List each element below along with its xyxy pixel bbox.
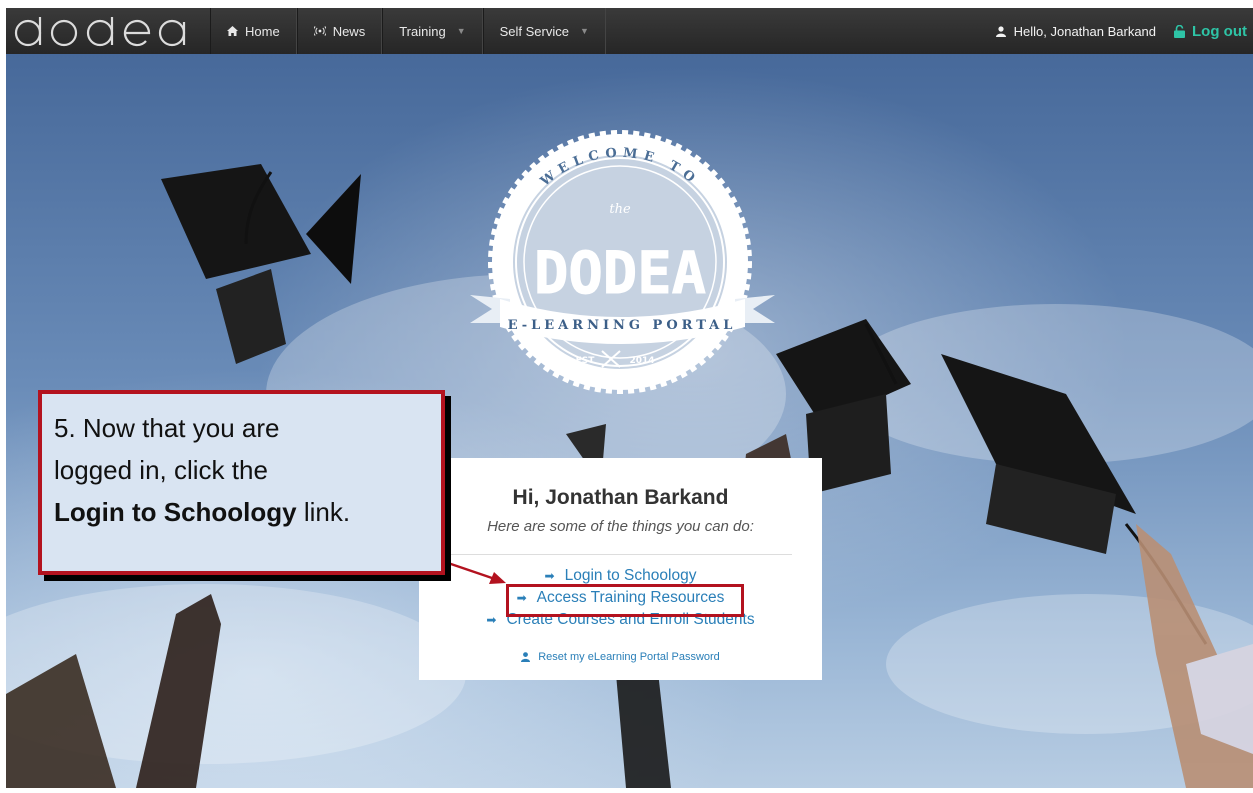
reset-label: Reset my eLearning Portal Password xyxy=(538,651,720,663)
card-title: Hi, Jonathan Barkand xyxy=(512,486,729,509)
home-icon xyxy=(227,26,238,36)
nav-user-greeting[interactable]: Hello, Jonathan Barkand xyxy=(995,23,1174,39)
badge-est: EST xyxy=(576,356,596,366)
welcome-card: Hi, Jonathan Barkand Here are some of th… xyxy=(419,458,822,680)
arrow-right-icon: ➡ xyxy=(544,569,555,583)
callout-bold: Login to Schoology xyxy=(54,497,297,527)
badge-the: the xyxy=(609,202,631,217)
dodea-logo[interactable] xyxy=(6,8,210,54)
user-icon xyxy=(521,652,531,662)
welcome-badge: WELCOME TO the DODEA E-LEARNING PORTAL E… xyxy=(470,117,775,432)
dodea-logo-text xyxy=(14,17,186,47)
reset-password-link[interactable]: Reset my eLearning Portal Password xyxy=(419,651,822,663)
badge-graphic: WELCOME TO the DODEA E-LEARNING PORTAL E… xyxy=(470,130,775,394)
badge-ribbon-text: E-LEARNING PORTAL xyxy=(508,318,737,333)
top-navbar: Home News Training ▼ Self Service ▼ Hell… xyxy=(6,8,1253,54)
nav-self-service-label: Self Service xyxy=(499,23,569,39)
greeting-text: Hello, Jonathan Barkand xyxy=(1013,23,1157,39)
instruction-callout: 5. Now that you are logged in, click the… xyxy=(38,390,445,575)
nav-home-label: Home xyxy=(245,23,280,39)
unlock-icon xyxy=(1174,24,1186,38)
nav-news[interactable]: News xyxy=(296,8,383,54)
annotation-highlight-box xyxy=(506,584,744,617)
logout-label: Log out xyxy=(1192,22,1247,40)
callout-line-3: Login to Schoology link. xyxy=(54,491,429,533)
logout-link[interactable]: Log out xyxy=(1174,23,1253,40)
callout-line-2: logged in, click the xyxy=(54,455,268,485)
badge-title: DODEA xyxy=(534,239,706,307)
user-icon xyxy=(995,25,1006,37)
callout-line-1: 5. Now that you are xyxy=(54,413,280,443)
nav-news-label: News xyxy=(332,23,366,39)
nav-training-label: Training xyxy=(399,23,446,39)
nav-home[interactable]: Home xyxy=(210,8,297,54)
broadcast-icon xyxy=(313,26,326,36)
callout-rest: link. xyxy=(296,497,351,527)
card-subtitle: Here are some of the things you can do: xyxy=(487,518,754,535)
nav-training[interactable]: Training ▼ xyxy=(382,8,483,54)
arrow-right-icon: ➡ xyxy=(486,613,497,627)
link-label: Login to Schoology xyxy=(564,567,697,584)
card-divider xyxy=(449,554,792,555)
nav-self-service[interactable]: Self Service ▼ xyxy=(482,8,606,54)
badge-year: 2014 xyxy=(629,356,654,366)
chevron-down-icon: ▼ xyxy=(456,26,466,36)
chevron-down-icon: ▼ xyxy=(579,26,589,36)
